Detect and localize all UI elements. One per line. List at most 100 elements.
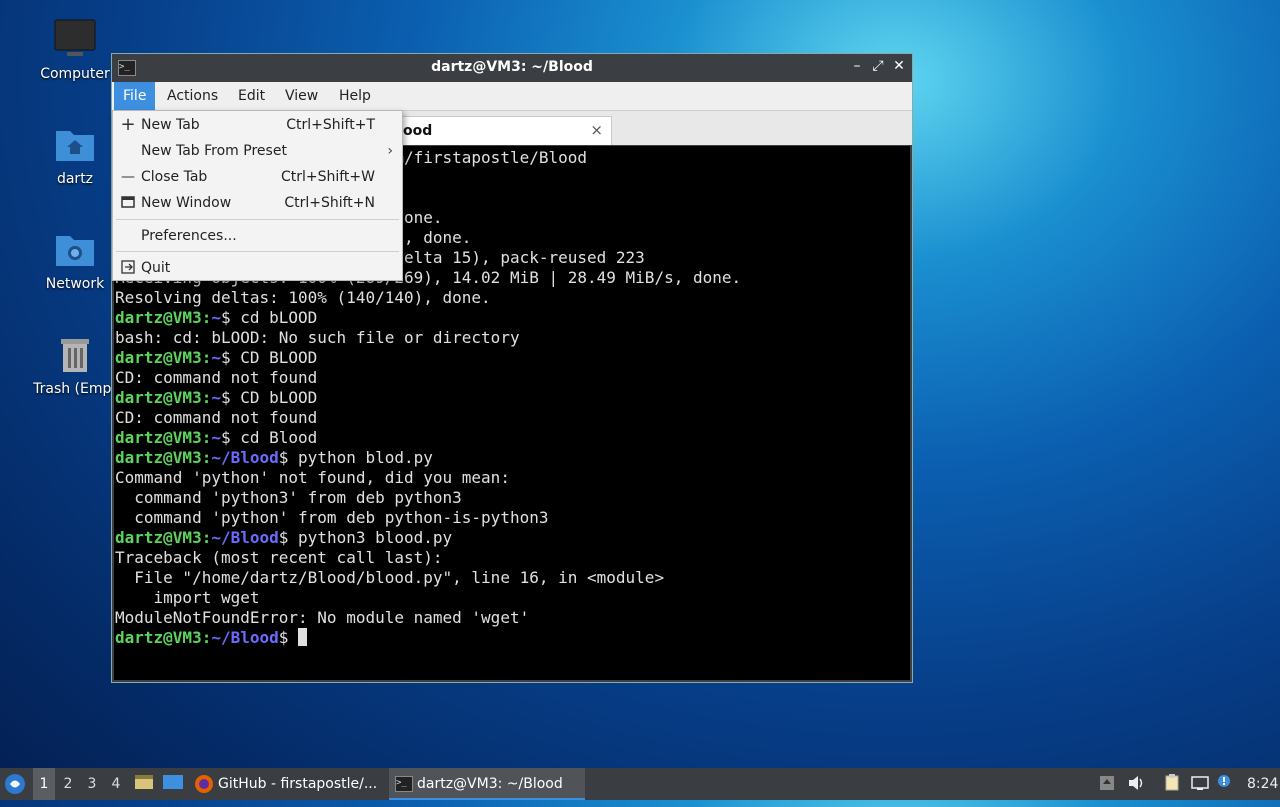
prompt-separator: : (201, 308, 212, 327)
start-menu-icon[interactable] (4, 768, 28, 800)
firefox-icon (195, 775, 213, 793)
terminal-prompt-line: dartz@VM3:~$ cd Blood (114, 428, 910, 448)
prompt-command: $ python blod.py (278, 448, 433, 467)
clock[interactable]: 8:24 (1247, 768, 1278, 800)
prompt-user: dartz@VM3 (115, 348, 202, 367)
menu-item-preferences[interactable]: Preferences... (113, 223, 402, 249)
prompt-path: ~ (211, 388, 221, 407)
show-desktop-icon[interactable] (162, 768, 184, 800)
desktop-icon-computer[interactable]: Computer (30, 18, 120, 82)
taskbar: 1 2 3 4 GitHub - firstapostle/... >_ dar… (0, 768, 1280, 800)
desktop-icon-label: Trash (Empt (33, 381, 117, 397)
prompt-command: $ CD BLOOD (220, 348, 318, 367)
desktop-icon-label: Computer (40, 66, 110, 82)
menubar: File Actions Edit View Help (112, 82, 912, 111)
tab-close-icon[interactable]: × (590, 121, 603, 139)
quit-icon (120, 255, 136, 281)
chevron-right-icon: › (387, 143, 393, 159)
prompt-separator: : (201, 528, 212, 547)
plus-icon: + (120, 114, 136, 135)
file-menu-dropdown: + New Tab Ctrl+Shift+T New Tab From Pres… (112, 110, 403, 281)
terminal-prompt-line: dartz@VM3:~/Blood$ python3 blood.py (114, 528, 910, 548)
menu-item-close-tab[interactable]: — Close Tab Ctrl+Shift+W (113, 164, 402, 190)
terminal-icon: >_ (395, 776, 413, 792)
menu-actions[interactable]: Actions (158, 82, 227, 110)
task-label: GitHub - firstapostle/... (218, 776, 378, 792)
terminal-cursor (298, 628, 308, 646)
terminal-prompt-line: dartz@VM3:~/Blood$ (114, 628, 910, 648)
menu-item-new-tab[interactable]: + New Tab Ctrl+Shift+T (113, 112, 402, 138)
terminal-prompt-line: dartz@VM3:~/Blood$ python blod.py (114, 448, 910, 468)
workspace-3[interactable]: 3 (81, 768, 103, 800)
eject-icon[interactable] (1099, 768, 1115, 800)
prompt-separator: : (201, 428, 212, 447)
terminal-line: CD: command not found (115, 368, 318, 387)
menu-item-quit[interactable]: Quit (113, 255, 402, 281)
trash-icon (61, 339, 89, 372)
terminal-prompt-line: dartz@VM3:~$ CD bLOOD (114, 388, 910, 408)
terminal-line: Resolving deltas: 100% (140/140), done. (115, 288, 491, 307)
desktop-icon-trash[interactable]: Trash (Empt (30, 333, 120, 397)
clipboard-icon[interactable] (1163, 768, 1181, 800)
prompt-command: $ (278, 628, 299, 647)
task-terminal[interactable]: >_ dartz@VM3: ~/Blood (389, 768, 585, 800)
monitor-icon (54, 19, 96, 56)
prompt-user: dartz@VM3 (115, 428, 202, 447)
desktop-icon-network[interactable]: Network (30, 228, 120, 292)
prompt-separator: : (201, 628, 212, 647)
prompt-path: ~ (211, 428, 221, 447)
file-manager-icon[interactable] (134, 768, 154, 800)
network-status-icon[interactable] (1191, 768, 1209, 800)
prompt-user: dartz@VM3 (115, 308, 202, 327)
prompt-command: $ cd bLOOD (220, 308, 318, 327)
home-folder-icon (56, 131, 94, 161)
prompt-command: $ CD bLOOD (220, 388, 318, 407)
desktop-icon-label: Network (45, 276, 105, 292)
terminal-line: CD: command not found (115, 408, 318, 427)
terminal-line: File "/home/dartz/Blood/blood.py", line … (115, 568, 665, 587)
prompt-path: ~ (211, 348, 221, 367)
prompt-path: ~/Blood (211, 628, 279, 647)
menu-separator (116, 219, 399, 220)
network-folder-icon (56, 236, 94, 266)
menu-item-new-window[interactable]: New Window Ctrl+Shift+N (113, 190, 402, 216)
prompt-user: dartz@VM3 (115, 388, 202, 407)
terminal-line: bash: cd: bLOOD: No such file or directo… (115, 328, 520, 347)
volume-icon[interactable] (1127, 768, 1145, 800)
prompt-command: $ python3 blood.py (278, 528, 453, 547)
window-title: dartz@VM3: ~/Blood (431, 59, 593, 75)
menu-separator (116, 251, 399, 252)
prompt-user: dartz@VM3 (115, 528, 202, 547)
menu-view[interactable]: View (276, 82, 327, 110)
workspace-2[interactable]: 2 (57, 768, 79, 800)
terminal-line: command 'python3' from deb python3 (115, 488, 462, 507)
maximize-button[interactable]: ⤢ (870, 58, 886, 74)
prompt-path: ~/Blood (211, 528, 279, 547)
window-titlebar[interactable]: >_ dartz@VM3: ~/Blood – ⤢ ✕ (112, 54, 912, 82)
terminal-line: ModuleNotFoundError: No module named 'wg… (115, 608, 530, 627)
menu-file[interactable]: File (114, 82, 156, 110)
tab-label: ood (403, 123, 433, 139)
prompt-path: ~ (211, 308, 221, 327)
new-window-icon (120, 190, 136, 216)
terminal-prompt-line: dartz@VM3:~$ CD BLOOD (114, 348, 910, 368)
minus-icon: — (121, 169, 135, 185)
desktop-icon-home[interactable]: dartz (30, 123, 120, 187)
task-firefox[interactable]: GitHub - firstapostle/... (188, 768, 380, 800)
menu-item-new-tab-preset[interactable]: New Tab From Preset › (113, 138, 402, 164)
workspace-1[interactable]: 1 (33, 768, 55, 800)
close-button[interactable]: ✕ (891, 58, 907, 74)
desktop-icon-label: dartz (56, 171, 94, 187)
terminal-line: Command 'python' not found, did you mean… (115, 468, 510, 487)
minimize-button[interactable]: – (849, 58, 865, 74)
prompt-user: dartz@VM3 (115, 628, 202, 647)
notification-icon[interactable] (1215, 768, 1233, 800)
terminal-line: Traceback (most recent call last): (115, 548, 443, 567)
workspace-4[interactable]: 4 (105, 768, 127, 800)
prompt-separator: : (201, 388, 212, 407)
prompt-separator: : (201, 448, 212, 467)
menu-help[interactable]: Help (330, 82, 380, 110)
menu-edit[interactable]: Edit (229, 82, 274, 110)
prompt-user: dartz@VM3 (115, 448, 202, 467)
terminal-line: command 'python' from deb python-is-pyth… (115, 508, 549, 527)
